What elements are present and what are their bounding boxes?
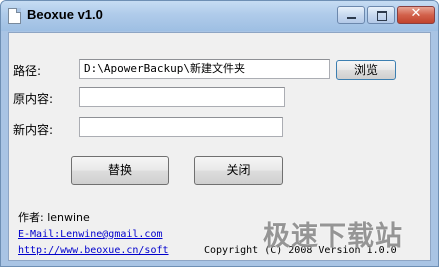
replace-button[interactable]: 替换 [71,156,169,185]
watermark-text: 极速下载站 [263,221,403,252]
minimize-button[interactable] [337,6,365,24]
path-label: 路径: [13,64,42,78]
original-content-label: 原内容: [13,92,54,106]
maximize-icon [377,11,387,21]
app-icon [8,8,21,24]
new-content-label: 新内容: [13,123,54,137]
website-link[interactable]: http://www.beoxue.cn/soft [18,245,169,256]
window-title: Beoxue v1.0 [27,7,103,22]
original-content-input[interactable] [79,87,285,107]
browse-button[interactable]: 浏览 [336,60,396,80]
minimize-icon [347,17,356,19]
close-button[interactable]: 关闭 [194,156,283,185]
close-window-button[interactable]: ✕ [397,6,435,24]
close-icon: ✕ [410,6,422,21]
maximize-button[interactable] [367,6,395,24]
title-bar[interactable]: Beoxue v1.0 ✕ [1,1,438,31]
app-window: Beoxue v1.0 ✕ 路径: D:\ApowerBackup\新建文件夹 … [0,0,439,267]
new-content-input[interactable] [79,117,283,137]
path-input[interactable]: D:\ApowerBackup\新建文件夹 [79,59,330,79]
author-text: 作者: lenwine [18,211,90,224]
email-link[interactable]: E-Mail:Lenwine@gmail.com [18,229,163,240]
